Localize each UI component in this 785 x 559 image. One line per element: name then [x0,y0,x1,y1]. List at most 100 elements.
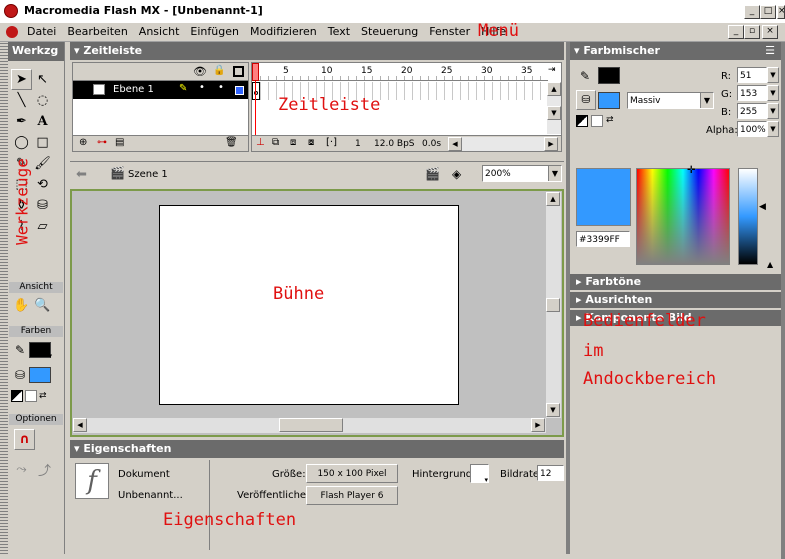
publish-button[interactable]: Flash Player 6 [306,486,398,505]
brightness-pointer-icon[interactable]: ◀ [759,202,766,212]
alpha-input[interactable]: 100% [737,121,767,137]
snap-magnet-icon[interactable]: ∩ [14,429,35,450]
lasso-tool-icon[interactable]: ◌ [32,90,53,111]
layer-color-box[interactable] [235,86,244,95]
doc-restore-button[interactable]: ▫ [744,25,760,39]
stroke-color-swatch[interactable]: ▾ [29,342,52,360]
fill-type-select[interactable]: Massiv ▼ [627,92,714,109]
mixer-default-colors-icon[interactable] [576,115,588,127]
subselect-tool-icon[interactable]: ↖ [32,69,53,90]
stage-scroll-up[interactable]: ▲ [546,192,560,206]
lock-icon[interactable]: 🔒 [213,65,225,76]
panel-options-icon[interactable]: ☰ [765,42,775,60]
size-button[interactable]: 150 x 100 Pixel [306,464,398,483]
r-input[interactable]: 51 [737,67,767,83]
stage-vscroll-thumb[interactable] [546,298,560,312]
outline-icon[interactable] [233,66,244,77]
add-folder-icon[interactable]: ▤ [115,137,124,148]
zoom-select[interactable]: 200% ▼ [482,165,562,182]
mixer-fill-icon[interactable]: ⛁ [576,90,596,110]
stage-canvas[interactable] [159,205,459,405]
zoom-tool-icon[interactable]: 🔍 [32,295,53,316]
collapse-mixer-icon[interactable]: ▲ [767,260,773,269]
brightness-slider[interactable] [738,168,758,265]
swap-colors-icon[interactable]: ⇄ [39,390,51,402]
timeline-scroll-up[interactable]: ▲ [547,82,561,96]
edit-multiple-icon[interactable]: ⧇ [308,137,314,148]
back-arrow-icon[interactable]: ⬅ [76,167,87,182]
center-frame-icon[interactable]: ⊥ [256,137,265,148]
onion-outline-icon[interactable]: ⧈ [290,137,296,148]
alpha-dropdown-icon[interactable]: ▼ [767,121,779,137]
modify-markers-icon[interactable]: [·] [326,137,337,148]
timeline-scroll-left[interactable]: ◀ [448,137,462,151]
timeline-vscroll[interactable]: ▲ ▼ [547,82,561,134]
stage-scroll-left[interactable]: ◀ [73,418,87,432]
menu-einfuegen[interactable]: Einfügen [190,23,239,40]
add-guide-layer-icon[interactable]: ⊶ [97,137,107,148]
paint-bucket-tool-icon[interactable]: ⛁ [32,195,53,216]
mixer-stroke-swatch[interactable] [598,67,620,84]
menu-fenster[interactable]: Fenster [429,23,470,40]
g-dropdown-icon[interactable]: ▼ [767,85,779,101]
tools-panel-header[interactable]: Werkzg [8,42,64,61]
maximize-button[interactable]: □ [760,5,776,19]
scene-name[interactable]: Szene 1 [128,169,168,181]
menu-ansicht[interactable]: Ansicht [139,23,180,40]
eraser-tool-icon[interactable]: ▱ [32,216,53,237]
timeline-scroll-right[interactable]: ▶ [544,137,558,151]
keyframe-cell[interactable] [252,82,260,100]
panel-farbtoene[interactable]: ▸ Farbtöne [570,274,781,292]
delete-layer-icon[interactable]: 🗑 [225,137,238,148]
framerate-input[interactable]: 12 [537,465,564,481]
tools-gripper[interactable] [0,42,8,554]
pen-tool-icon[interactable]: ✒ [11,111,32,132]
close-button[interactable]: × [777,5,785,19]
b-input[interactable]: 255 [737,103,767,119]
stage-hscroll-thumb[interactable] [279,418,343,432]
doc-minimize-button[interactable]: _ [728,25,744,39]
fill-type-dropdown-icon[interactable]: ▼ [700,93,713,108]
stage-vscroll[interactable]: ▲ ▼ [546,192,561,418]
line-tool-icon[interactable]: ╲ [11,90,32,111]
edit-scene-icon[interactable]: 🎬 [425,167,440,181]
default-colors-icon[interactable] [11,390,23,402]
hand-tool-icon[interactable]: ✋ [11,295,32,316]
b-dropdown-icon[interactable]: ▼ [767,103,779,119]
lock-dot-icon[interactable]: • [218,82,224,93]
no-color-icon[interactable] [25,390,37,402]
flash-app-icon[interactable] [4,4,18,18]
smooth-icon[interactable]: ⤳ [11,459,32,480]
r-dropdown-icon[interactable]: ▼ [767,67,779,83]
timeline-header[interactable]: ▾ Zeitleiste [70,42,564,60]
text-tool-icon[interactable]: A [32,111,53,132]
brush-tool-icon[interactable]: 🖌 [32,153,53,174]
layer-row-ebene-1[interactable]: Ebene 1 ✎ • • [73,81,248,99]
fill-color-swatch[interactable] [29,367,51,383]
doc-close-button[interactable]: × [762,25,778,39]
menu-bearbeiten[interactable]: Bearbeiten [67,23,127,40]
eye-icon[interactable]: 👁 [193,65,207,78]
mixer-swap-icon[interactable]: ⇄ [606,115,618,127]
add-layer-icon[interactable]: ⊕ [79,137,87,148]
timeline-hscroll-track[interactable] [462,137,544,151]
stage-hscroll[interactable]: ◀ ▶ [73,418,546,433]
onion-skin-icon[interactable]: ⧉ [272,137,279,148]
zoom-dropdown-icon[interactable]: ▼ [548,166,561,181]
hex-input[interactable]: #3399FF [576,231,630,247]
g-input[interactable]: 153 [737,85,767,101]
menu-text[interactable]: Text [328,23,350,40]
edit-symbol-icon[interactable]: ◈ [452,167,461,181]
mixer-fill-swatch[interactable] [598,92,620,109]
fill-transform-tool-icon[interactable]: ⟲ [32,174,53,195]
properties-header[interactable]: ▾ Eigenschaften [70,440,564,458]
stage-scroll-right[interactable]: ▶ [531,418,545,432]
visible-dot-icon[interactable]: • [199,82,205,93]
menu-datei[interactable]: Datei [27,23,56,40]
oval-tool-icon[interactable]: ◯ [11,132,32,153]
straighten-icon[interactable]: ⤴ [34,459,55,480]
timeline-menu-icon[interactable]: ⇥ [548,65,556,75]
timeline-scroll-down[interactable]: ▼ [547,106,561,120]
menu-modifizieren[interactable]: Modifizieren [250,23,317,40]
stage-scroll-down[interactable]: ▼ [546,403,560,417]
